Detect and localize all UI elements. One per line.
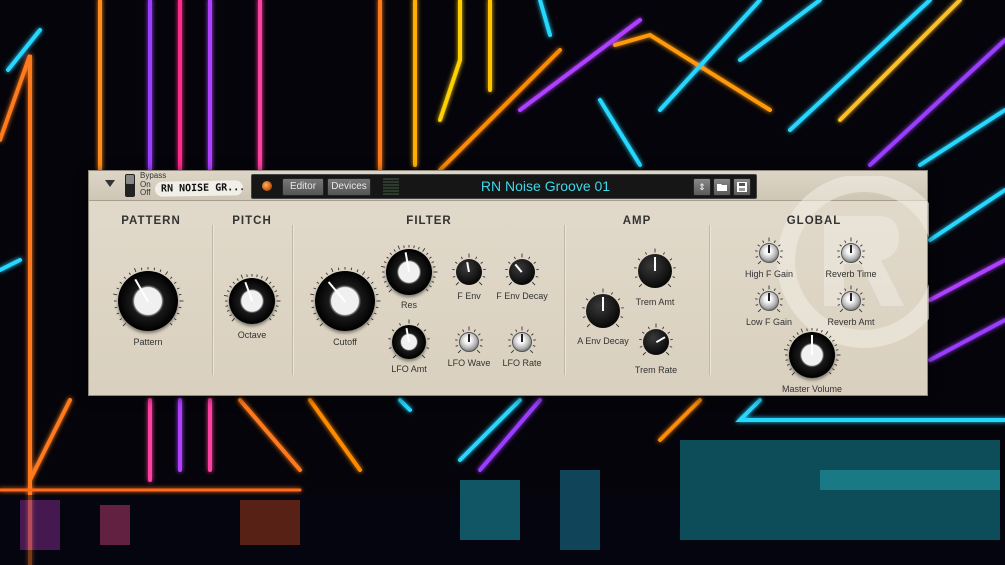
trem-amt-knob[interactable] (632, 248, 678, 294)
f-env-knob[interactable] (450, 253, 488, 291)
octave-label: Octave (237, 330, 267, 340)
octave-knob[interactable] (223, 272, 281, 330)
a-env-decay-label: A Env Decay (577, 336, 629, 346)
bypass-switch[interactable] (125, 174, 135, 197)
f-env-decay-knob[interactable] (503, 253, 541, 291)
filter-section-title: FILTER (406, 215, 452, 227)
reverb-time-label: Reverb Time (825, 269, 877, 279)
lfo-rate-knob[interactable] (506, 326, 538, 358)
pattern-label: Pattern (133, 337, 163, 347)
section-divider (709, 225, 710, 375)
save-icon[interactable] (733, 178, 751, 196)
devices-button[interactable]: Devices (327, 178, 371, 196)
patch-browser: Editor Devices RN Noise Groove 01 ⇕ (251, 174, 757, 199)
high-f-gain-knob[interactable] (753, 237, 785, 269)
section-divider (212, 225, 213, 375)
up-down-arrows-icon[interactable]: ⇕ (693, 178, 711, 196)
low-f-gain-knob[interactable] (753, 285, 785, 317)
trem-rate-knob[interactable] (637, 323, 675, 361)
global-section-title: GLOBAL (786, 215, 842, 227)
patch-name-display[interactable]: RN Noise Groove 01 (402, 177, 689, 196)
pitch-section-title: PITCH (232, 215, 272, 227)
fold-arrow-icon[interactable] (105, 180, 115, 187)
section-divider (292, 225, 293, 375)
f-env-decay-label: F Env Decay (496, 291, 548, 301)
power-led-icon (262, 181, 272, 191)
master-volume-label: Master Volume (781, 384, 843, 394)
folder-icon[interactable] (713, 178, 731, 196)
editor-button[interactable]: Editor (282, 178, 324, 196)
reverb-amt-knob[interactable] (835, 285, 867, 317)
pattern-section-title: PATTERN (121, 215, 181, 227)
pattern-knob[interactable] (112, 265, 184, 337)
control-panel: PATTERN PITCH FILTER AMP GLOBAL Pattern O… (89, 176, 929, 396)
high-f-gain-label: High F Gain (744, 269, 794, 279)
trem-rate-label: Trem Rate (634, 365, 678, 375)
level-meter (383, 178, 399, 195)
amp-section-title: AMP (622, 215, 652, 227)
a-env-decay-knob[interactable] (580, 288, 626, 334)
master-volume-knob[interactable] (783, 326, 841, 384)
res-label: Res (400, 300, 417, 310)
rn-noise-groove-device: Bypass On Off RN NOISE GR... Editor Devi… (88, 170, 929, 396)
reverb-time-knob[interactable] (835, 237, 867, 269)
patch-tape-label: RN NOISE GR... (154, 180, 244, 197)
cutoff-label: Cutoff (333, 337, 357, 347)
lfo-rate-label: LFO Rate (502, 358, 542, 368)
lfo-wave-knob[interactable] (453, 326, 485, 358)
